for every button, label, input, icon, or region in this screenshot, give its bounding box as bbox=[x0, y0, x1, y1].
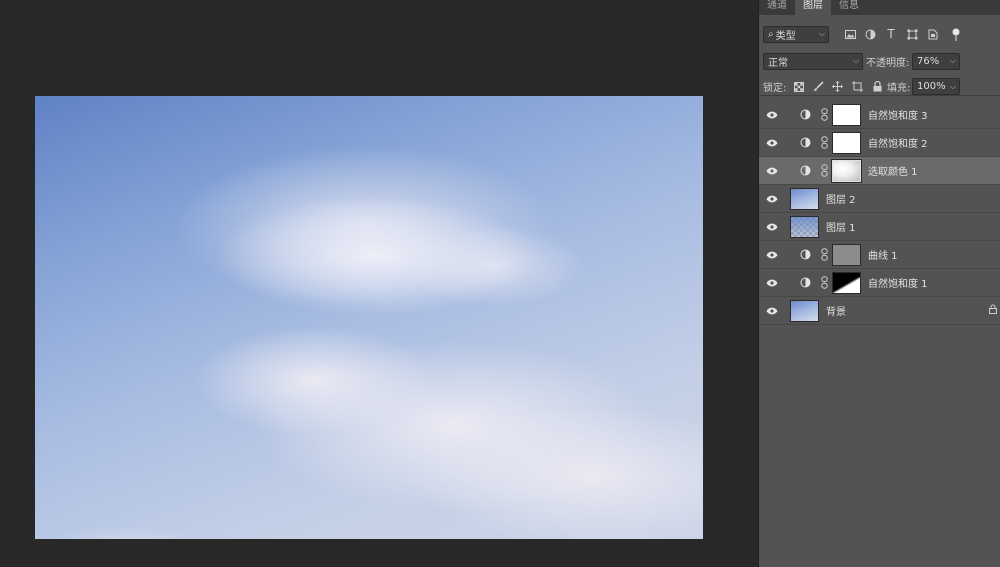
layer-row[interactable]: 自然饱和度 1 bbox=[759, 269, 1000, 297]
layer-thumbnail[interactable] bbox=[790, 187, 819, 210]
filter-kind-label: 类型 bbox=[775, 30, 796, 42]
layer-name: 图层 1 bbox=[826, 223, 856, 234]
image-filter-icon[interactable] bbox=[843, 27, 857, 41]
layer-name: 自然饱和度 1 bbox=[868, 279, 928, 290]
layer-filter-row: ⌕ 类型 ⌵ T bbox=[759, 23, 1000, 45]
adjustment-filter-icon[interactable] bbox=[863, 27, 877, 41]
layer-row-selected[interactable]: 选取颜色 1 bbox=[759, 157, 1000, 185]
layer-name: 选取颜色 1 bbox=[868, 167, 918, 178]
layer-name: 背景 bbox=[826, 307, 846, 318]
chevron-down-icon: ⌵ bbox=[852, 56, 859, 65]
layer-row[interactable]: 背景 bbox=[759, 297, 1000, 325]
type-filter-icon[interactable]: T bbox=[884, 27, 898, 41]
fill-field[interactable]: 100% ⌵ bbox=[912, 78, 960, 95]
adjustment-layer-icon bbox=[799, 249, 811, 261]
blend-mode-select[interactable]: 正常 ⌵ bbox=[763, 52, 863, 70]
filter-kind-select[interactable]: ⌕ 类型 ⌵ bbox=[763, 25, 829, 43]
visibility-eye-icon[interactable] bbox=[765, 304, 779, 318]
chain-link-icon[interactable] bbox=[819, 164, 829, 178]
chevron-down-icon: ⌵ bbox=[818, 29, 825, 38]
smart-object-filter-icon[interactable] bbox=[926, 27, 940, 41]
lock-label: 锁定: bbox=[763, 83, 787, 94]
chain-link-icon[interactable] bbox=[819, 276, 829, 290]
blend-mode-value: 正常 bbox=[768, 57, 788, 69]
panel-tab-bar: 通道 图层 信息 bbox=[759, 0, 1000, 15]
layer-row[interactable]: 图层 1 bbox=[759, 213, 1000, 241]
visibility-eye-icon[interactable] bbox=[765, 192, 779, 206]
layer-row[interactable]: 自然饱和度 2 bbox=[759, 129, 1000, 157]
visibility-eye-icon[interactable] bbox=[765, 108, 779, 122]
opacity-label: 不透明度: bbox=[866, 57, 910, 69]
layer-row[interactable]: 曲线 1 bbox=[759, 241, 1000, 269]
visibility-eye-icon[interactable] bbox=[765, 220, 779, 234]
lock-icon bbox=[989, 304, 997, 317]
search-icon: ⌕ bbox=[768, 28, 774, 40]
adjustment-layer-icon bbox=[799, 137, 811, 149]
adjustment-layer-icon bbox=[799, 165, 811, 177]
visibility-eye-icon[interactable] bbox=[765, 164, 779, 178]
chain-link-icon[interactable] bbox=[819, 136, 829, 150]
layer-name: 自然饱和度 2 bbox=[868, 139, 928, 150]
lock-row: 锁定: 填充: 100% ⌵ bbox=[759, 78, 1000, 96]
layer-thumbnail[interactable] bbox=[790, 215, 819, 238]
shape-filter-icon[interactable] bbox=[905, 27, 919, 41]
chevron-down-icon[interactable]: ⌵ bbox=[950, 82, 959, 92]
tab-channels[interactable]: 通道 bbox=[759, 0, 795, 15]
layer-row[interactable]: 自然饱和度 3 bbox=[759, 101, 1000, 129]
tab-info[interactable]: 信息 bbox=[831, 0, 867, 15]
visibility-eye-icon[interactable] bbox=[765, 276, 779, 290]
visibility-eye-icon[interactable] bbox=[765, 136, 779, 150]
lock-position-move-icon[interactable] bbox=[830, 80, 844, 94]
chevron-down-icon[interactable]: ⌵ bbox=[950, 56, 959, 66]
canvas-image[interactable] bbox=[35, 96, 703, 539]
opacity-value: 76% bbox=[917, 55, 940, 67]
tab-layers[interactable]: 图层 bbox=[795, 0, 831, 15]
layer-name: 图层 2 bbox=[826, 195, 856, 206]
layer-name: 曲线 1 bbox=[868, 251, 898, 262]
lock-artboard-icon[interactable] bbox=[850, 80, 864, 94]
layer-thumbnail[interactable] bbox=[790, 299, 819, 322]
opacity-field[interactable]: 76% ⌵ bbox=[912, 52, 960, 70]
adjustment-layer-icon bbox=[799, 109, 811, 121]
chain-link-icon[interactable] bbox=[819, 248, 829, 262]
canvas-workspace bbox=[0, 0, 758, 567]
lock-all-icon[interactable] bbox=[870, 80, 884, 94]
layers-list: 自然饱和度 3 自然饱和度 2 选取颜色 1 图层 2 图层 1 曲线 1 自然… bbox=[759, 101, 1000, 325]
lock-pixels-brush-icon[interactable] bbox=[811, 80, 825, 94]
chain-link-icon[interactable] bbox=[819, 108, 829, 122]
lock-transparency-icon[interactable] bbox=[792, 80, 806, 94]
visibility-eye-icon[interactable] bbox=[765, 248, 779, 262]
fill-value: 100% bbox=[917, 81, 946, 92]
layer-name: 自然饱和度 3 bbox=[868, 111, 928, 122]
filter-toggle-icon[interactable] bbox=[949, 27, 963, 41]
layer-mask-thumbnail[interactable] bbox=[832, 271, 861, 294]
layer-mask-thumbnail[interactable] bbox=[832, 243, 861, 266]
blend-row: 正常 ⌵ 不透明度: 76% ⌵ bbox=[759, 51, 1000, 71]
adjustment-layer-icon bbox=[799, 277, 811, 289]
layer-mask-thumbnail[interactable] bbox=[831, 158, 862, 183]
fill-label: 填充: bbox=[887, 83, 911, 94]
layers-panel: 通道 图层 信息 ⌕ 类型 ⌵ T 正常 ⌵ 不透明度: 76% ⌵ 锁定: 填… bbox=[758, 0, 1000, 567]
layer-row[interactable]: 图层 2 bbox=[759, 185, 1000, 213]
layer-mask-thumbnail[interactable] bbox=[832, 103, 861, 126]
layer-mask-thumbnail[interactable] bbox=[832, 131, 861, 154]
